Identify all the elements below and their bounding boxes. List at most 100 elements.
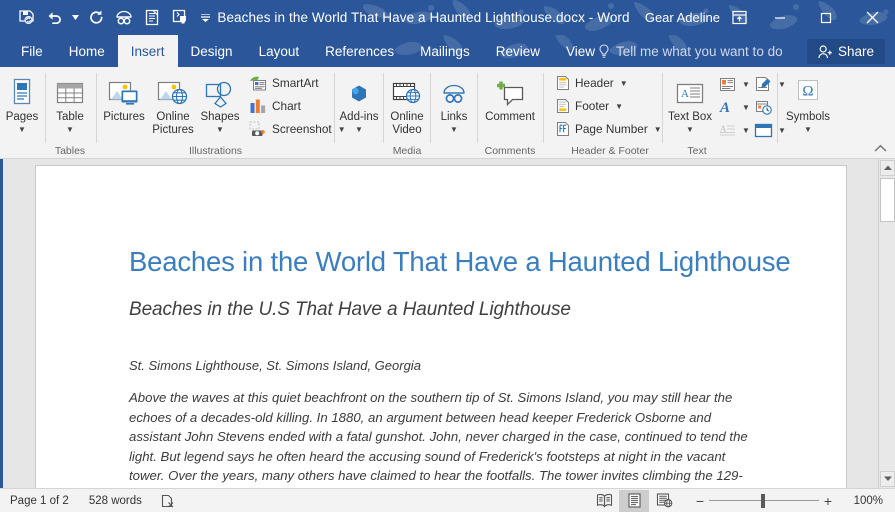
group-separator xyxy=(543,73,544,143)
screenshot-label: Screenshot xyxy=(272,122,332,136)
links-icon[interactable] xyxy=(110,3,138,33)
pictures-icon xyxy=(107,74,141,108)
redo-icon[interactable] xyxy=(82,3,110,33)
zoom-slider-thumb[interactable] xyxy=(761,493,765,508)
tab-references[interactable]: References xyxy=(312,35,407,67)
online-pictures-button[interactable]: Online Pictures xyxy=(147,71,199,136)
online-video-button[interactable]: Online Video xyxy=(380,71,434,136)
table-button[interactable]: Table ▼ xyxy=(43,71,97,134)
zoom-in-button[interactable]: + xyxy=(819,494,837,508)
pictures-button[interactable]: Pictures xyxy=(98,71,150,124)
ribbon-group-pages: Pages ▼ xyxy=(0,67,44,159)
undo-icon[interactable] xyxy=(40,3,68,33)
quick-access-toolbar xyxy=(12,0,212,35)
pages-dropdown-icon[interactable]: ▼ xyxy=(18,125,26,134)
document-paragraph: Above the waves at this quiet beachfront… xyxy=(129,390,748,488)
tab-insert[interactable]: Insert xyxy=(117,35,178,67)
account-name[interactable]: Gear Adeline xyxy=(645,0,720,35)
smartart-label: SmartArt xyxy=(272,76,319,90)
text-group-label: Text xyxy=(687,145,707,157)
document-subheading: Beaches in the U.S That Have a Haunted L… xyxy=(129,299,571,320)
print-layout-icon xyxy=(627,493,641,508)
svg-text:A: A xyxy=(719,124,727,135)
customize-quick-access-icon[interactable] xyxy=(198,3,212,33)
vertical-scrollbar[interactable] xyxy=(878,159,895,488)
close-button[interactable] xyxy=(849,0,895,35)
footer-dropdown-icon[interactable]: ▼ xyxy=(615,102,623,111)
wordart-button[interactable]: A xyxy=(714,95,740,119)
ribbon-group-media: Online Video Media xyxy=(385,67,429,159)
tell-me-label: Tell me what you want to do xyxy=(616,43,783,59)
word-count[interactable]: 528 words xyxy=(89,495,142,507)
tab-review[interactable]: Review xyxy=(483,35,553,67)
share-button[interactable]: Share xyxy=(806,39,885,64)
proofing-status-icon[interactable] xyxy=(160,494,175,508)
ribbon-group-comments: Comment Comments xyxy=(479,67,541,159)
addins-icon xyxy=(344,74,374,108)
document-canvas[interactable]: Beaches in the World That Have a Haunted… xyxy=(0,159,895,488)
text-box-dropdown-icon[interactable]: ▼ xyxy=(686,125,694,134)
maximize-button[interactable] xyxy=(803,0,849,35)
symbols-button[interactable]: Ω Symbols ▼ xyxy=(781,71,835,134)
undo-dropdown-icon[interactable] xyxy=(68,3,82,33)
smartart-button[interactable]: SmartArt xyxy=(246,73,322,93)
header-dropdown-icon[interactable]: ▼ xyxy=(620,79,628,88)
word-window: Beaches in the World That Have a Haunted… xyxy=(0,0,895,512)
pages-button[interactable]: Pages ▼ xyxy=(0,71,49,134)
addins-dropdown-icon[interactable]: ▼ xyxy=(355,125,363,134)
page-number-icon xyxy=(557,122,569,136)
links-dropdown-icon[interactable]: ▼ xyxy=(450,125,458,134)
scroll-down-button[interactable] xyxy=(880,471,895,487)
signature-line-button[interactable] xyxy=(750,72,776,96)
symbols-dropdown-icon[interactable]: ▼ xyxy=(804,125,812,134)
touch-mode-icon[interactable] xyxy=(166,3,194,33)
shapes-dropdown-icon[interactable]: ▼ xyxy=(216,125,224,134)
table-label: Table xyxy=(56,111,84,123)
view-web-layout-button[interactable] xyxy=(649,490,679,512)
tab-design[interactable]: Design xyxy=(178,35,246,67)
header-icon xyxy=(557,76,569,90)
tab-layout[interactable]: Layout xyxy=(246,35,313,67)
scrollbar-thumb[interactable] xyxy=(880,178,895,222)
ribbon-group-addins: Add-ins ▼ xyxy=(336,67,382,159)
header-button[interactable]: Header ▼ xyxy=(553,73,631,93)
chart-icon xyxy=(250,99,266,113)
date-time-button[interactable] xyxy=(750,95,776,119)
ribbon-display-options-icon[interactable] xyxy=(723,0,755,35)
save-icon[interactable] xyxy=(12,3,40,33)
chart-button[interactable]: Chart xyxy=(246,96,304,116)
collapse-ribbon-button[interactable] xyxy=(871,140,889,156)
table-dropdown-icon[interactable]: ▼ xyxy=(66,125,74,134)
tell-me-box[interactable]: Tell me what you want to do xyxy=(598,35,783,67)
document-page[interactable]: Beaches in the World That Have a Haunted… xyxy=(36,166,846,488)
view-read-mode-button[interactable] xyxy=(589,490,619,512)
links-button[interactable]: Links ▼ xyxy=(427,71,481,134)
tab-file[interactable]: File xyxy=(8,35,56,67)
online-video-icon xyxy=(391,74,423,108)
group-separator xyxy=(777,73,778,143)
tab-home[interactable]: Home xyxy=(56,35,118,67)
page-indicator[interactable]: Page 1 of 2 xyxy=(10,495,69,507)
group-separator xyxy=(96,73,97,143)
page-number-dropdown-icon[interactable]: ▼ xyxy=(654,125,662,134)
minimize-button[interactable] xyxy=(757,0,803,35)
shapes-button[interactable]: Shapes ▼ xyxy=(196,71,244,134)
comment-button[interactable]: Comment xyxy=(483,71,537,124)
scroll-up-button[interactable] xyxy=(880,160,895,176)
text-box-icon: A xyxy=(674,74,706,108)
header-label: Header xyxy=(575,76,614,90)
object-button[interactable] xyxy=(750,118,776,142)
footer-button[interactable]: Footer ▼ xyxy=(553,96,626,116)
quick-parts-button[interactable] xyxy=(714,72,740,96)
tab-mailings[interactable]: Mailings xyxy=(407,35,483,67)
zoom-out-button[interactable]: − xyxy=(691,494,709,508)
text-box-button[interactable]: A Text Box ▼ xyxy=(667,71,713,134)
view-print-layout-button[interactable] xyxy=(619,489,649,512)
zoom-level[interactable]: 100% xyxy=(845,495,883,507)
zoom-slider[interactable] xyxy=(709,493,819,508)
ribbon-group-tables: Table ▼ Tables xyxy=(46,67,94,159)
document-icon[interactable] xyxy=(138,3,166,33)
page-number-button[interactable]: Page Number ▼ xyxy=(553,119,665,139)
shapes-label: Shapes xyxy=(200,111,240,123)
document-heading: Beaches in the World That Have a Haunted… xyxy=(129,246,791,277)
